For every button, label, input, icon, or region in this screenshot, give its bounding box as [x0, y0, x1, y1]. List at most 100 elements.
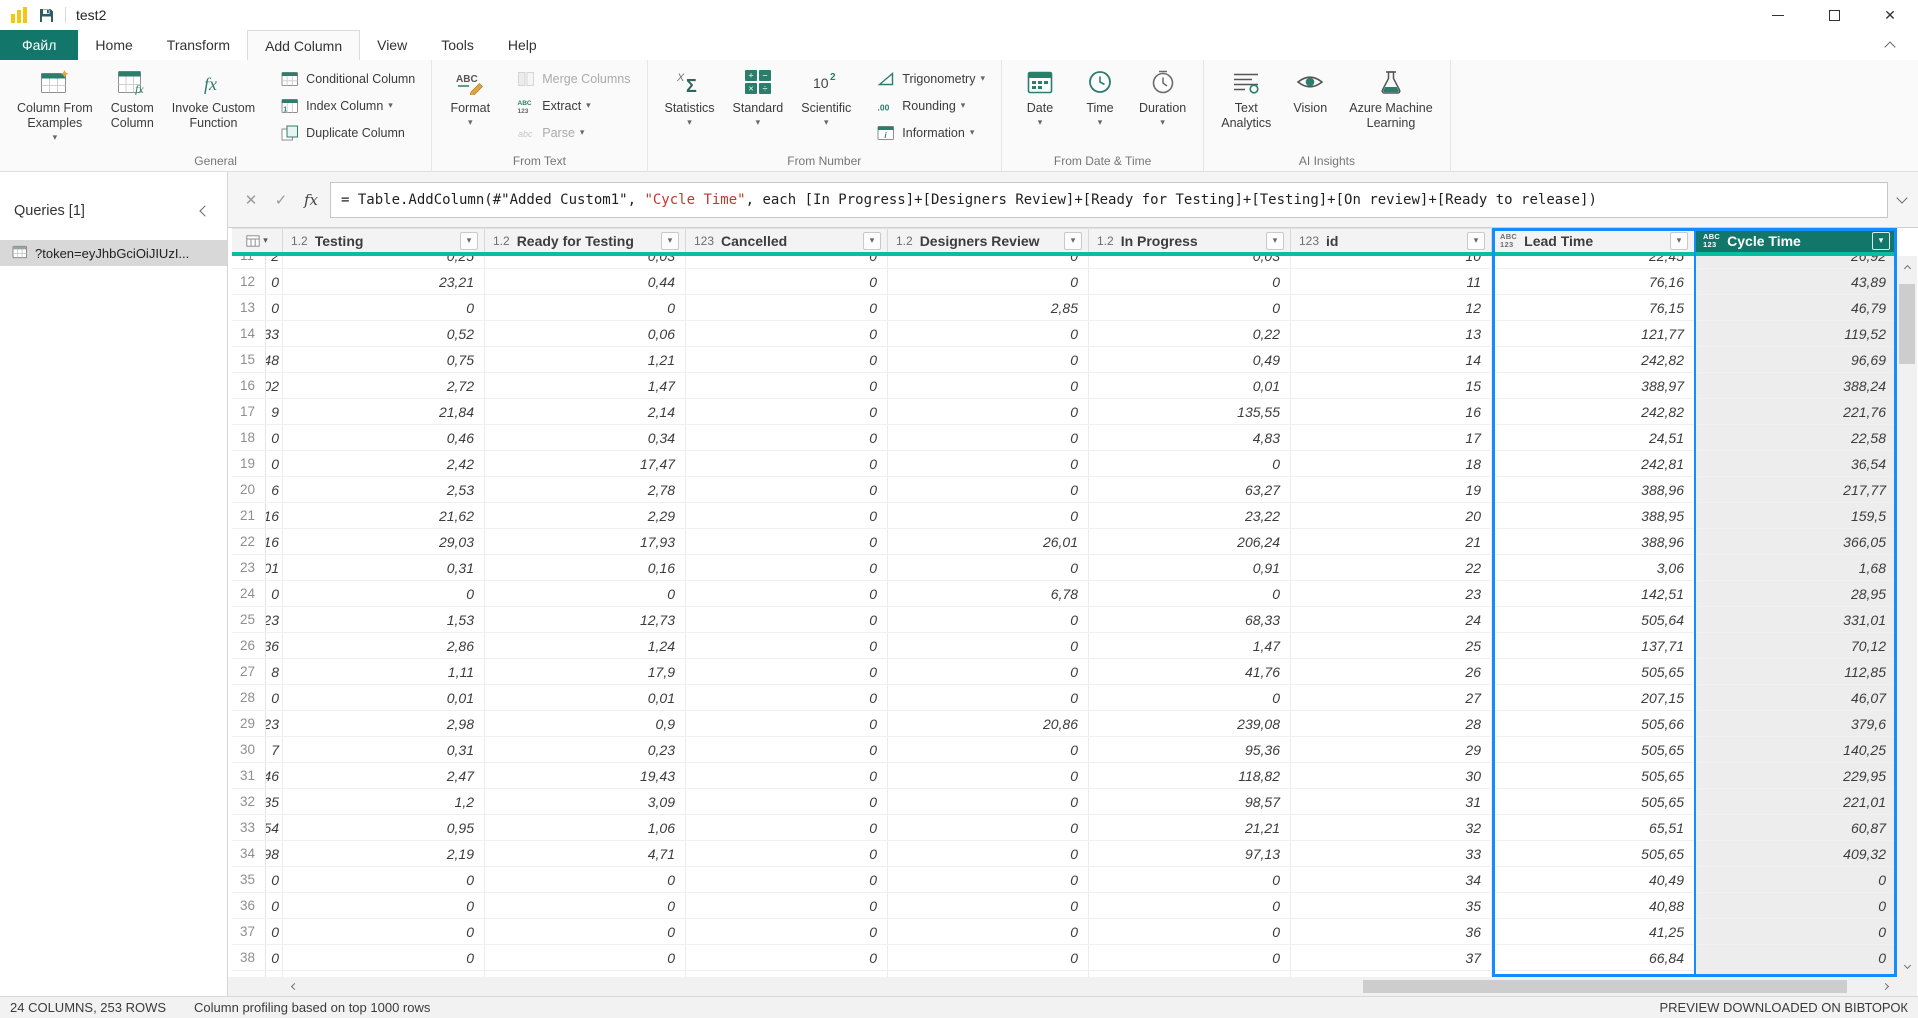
filter-arrow-icon[interactable]: ▾ [1266, 232, 1284, 250]
cell[interactable]: 0 [888, 503, 1089, 528]
cell[interactable]: 0 [686, 815, 888, 840]
cell[interactable]: 13 [1291, 321, 1492, 346]
cell[interactable]: 0 [1089, 295, 1291, 320]
cell[interactable]: 46,07 [1695, 685, 1897, 710]
cell[interactable]: 0 [686, 893, 888, 918]
ribbon-button-merge-columns[interactable]: Merge Columns [508, 65, 638, 92]
row-number[interactable]: 11 [232, 256, 266, 268]
ribbon-button-rounding[interactable]: .00Rounding▾ [868, 92, 993, 119]
ribbon-button-column-from-examples[interactable]: Column From Examples▾ [8, 63, 102, 143]
close-button[interactable]: ✕ [1862, 0, 1918, 30]
cell[interactable]: 0 [888, 269, 1089, 294]
tab-add-column[interactable]: Add Column [247, 30, 360, 60]
cell[interactable]: 0 [1089, 867, 1291, 892]
cell[interactable]: 0,31 [283, 555, 485, 580]
cell[interactable]: 26,92 [1695, 256, 1897, 268]
cell[interactable]: 0 [686, 256, 888, 268]
filter-arrow-icon[interactable]: ▾ [863, 232, 881, 250]
cell[interactable]: 0 [686, 737, 888, 762]
commit-formula-icon[interactable]: ✓ [266, 191, 296, 209]
cell[interactable]: 0 [686, 763, 888, 788]
cell[interactable]: 18 [1291, 451, 1492, 476]
ribbon-button-duplicate-column[interactable]: Duplicate Column [272, 119, 423, 146]
cell[interactable]: 21,21 [1089, 815, 1291, 840]
ribbon-button-date[interactable]: Date▾ [1010, 63, 1070, 128]
cell[interactable]: 2,78 [485, 477, 686, 502]
cell[interactable]: 505,64 [1492, 607, 1695, 632]
cell[interactable]: 0 [1695, 893, 1897, 918]
ribbon-button-azure-machine-learning[interactable]: Azure Machine Learning [1340, 63, 1441, 131]
cell[interactable]: 76,15 [1492, 295, 1695, 320]
formula-input[interactable]: = Table.AddColumn(#"Added Custom1", "Cyc… [330, 182, 1888, 218]
cell[interactable]: 2,14 [485, 399, 686, 424]
collapse-queries-button[interactable] [201, 203, 209, 219]
row-number[interactable]: 28 [232, 685, 266, 710]
cell[interactable]: 379,6 [1695, 711, 1897, 736]
clipped-cell[interactable]: 0 [266, 893, 283, 918]
cell[interactable]: 20 [1291, 503, 1492, 528]
cell[interactable]: 0 [686, 685, 888, 710]
cell[interactable]: 30 [1291, 763, 1492, 788]
ribbon-button-vision[interactable]: Vision [1280, 63, 1340, 116]
cell[interactable]: 0 [888, 399, 1089, 424]
cell[interactable]: 0 [1089, 945, 1291, 970]
row-number[interactable]: 23 [232, 555, 266, 580]
cell[interactable]: 0,46 [283, 425, 485, 450]
cell[interactable]: 17,93 [485, 529, 686, 554]
cell[interactable]: 0,06 [485, 321, 686, 346]
cell[interactable]: 0,91 [1089, 555, 1291, 580]
cell[interactable]: 0 [686, 529, 888, 554]
cell[interactable]: 0,25 [283, 256, 485, 268]
column-header-designers-review[interactable]: 1.2Designers Review▾ [888, 229, 1089, 252]
cell[interactable]: 207,15 [1492, 685, 1695, 710]
cell[interactable]: 0 [888, 737, 1089, 762]
row-number[interactable]: 27 [232, 659, 266, 684]
clipped-cell[interactable]: 33 [266, 321, 283, 346]
cell[interactable]: 505,65 [1492, 789, 1695, 814]
cell[interactable]: 0 [283, 581, 485, 606]
cell[interactable]: 0 [888, 256, 1089, 268]
clipped-cell[interactable]: 0 [266, 451, 283, 476]
cell[interactable]: 21 [1291, 529, 1492, 554]
cell[interactable]: 505,65 [1492, 763, 1695, 788]
cell[interactable]: 0 [283, 867, 485, 892]
cell[interactable]: 121,77 [1492, 321, 1695, 346]
cell[interactable]: 22,58 [1695, 425, 1897, 450]
cell[interactable]: 2,85 [888, 295, 1089, 320]
cell[interactable]: 26,01 [888, 529, 1089, 554]
cell[interactable]: 29 [1291, 737, 1492, 762]
clipped-cell[interactable]: 0 [266, 945, 283, 970]
cell[interactable]: 1,21 [485, 347, 686, 372]
cell[interactable]: 0 [686, 659, 888, 684]
cell[interactable]: 0 [888, 841, 1089, 866]
cell[interactable]: 23,22 [1089, 503, 1291, 528]
cell[interactable]: 28,95 [1695, 581, 1897, 606]
cell[interactable]: 34 [1291, 867, 1492, 892]
cell[interactable]: 0 [283, 945, 485, 970]
cell[interactable]: 41,76 [1089, 659, 1291, 684]
row-number[interactable]: 16 [232, 373, 266, 398]
save-icon[interactable] [38, 7, 55, 24]
cell[interactable]: 29,03 [283, 529, 485, 554]
column-header-ready-for-testing[interactable]: 1.2Ready for Testing▾ [485, 229, 686, 252]
cell[interactable]: 0 [888, 477, 1089, 502]
scroll-right-icon[interactable] [1875, 977, 1895, 996]
ribbon-button-duration[interactable]: Duration▾ [1130, 63, 1195, 128]
filter-arrow-icon[interactable]: ▾ [1064, 232, 1082, 250]
cell[interactable]: 0 [1695, 945, 1897, 970]
clipped-cell[interactable]: 0 [266, 919, 283, 944]
cell[interactable]: 37 [1291, 945, 1492, 970]
cell[interactable]: 0 [686, 711, 888, 736]
clipped-cell[interactable]: 0 [266, 685, 283, 710]
tab-tools[interactable]: Tools [424, 30, 491, 60]
cell[interactable]: 2,72 [283, 373, 485, 398]
cell[interactable]: 1,06 [485, 815, 686, 840]
cell[interactable]: 0 [1089, 685, 1291, 710]
cell[interactable]: 0 [888, 815, 1089, 840]
cell[interactable]: 0 [1089, 893, 1291, 918]
cell[interactable]: 22,45 [1492, 256, 1695, 268]
row-number[interactable]: 24 [232, 581, 266, 606]
cell[interactable]: 0,52 [283, 321, 485, 346]
tab-home[interactable]: Home [78, 30, 149, 60]
clipped-cell[interactable]: 02 [266, 373, 283, 398]
